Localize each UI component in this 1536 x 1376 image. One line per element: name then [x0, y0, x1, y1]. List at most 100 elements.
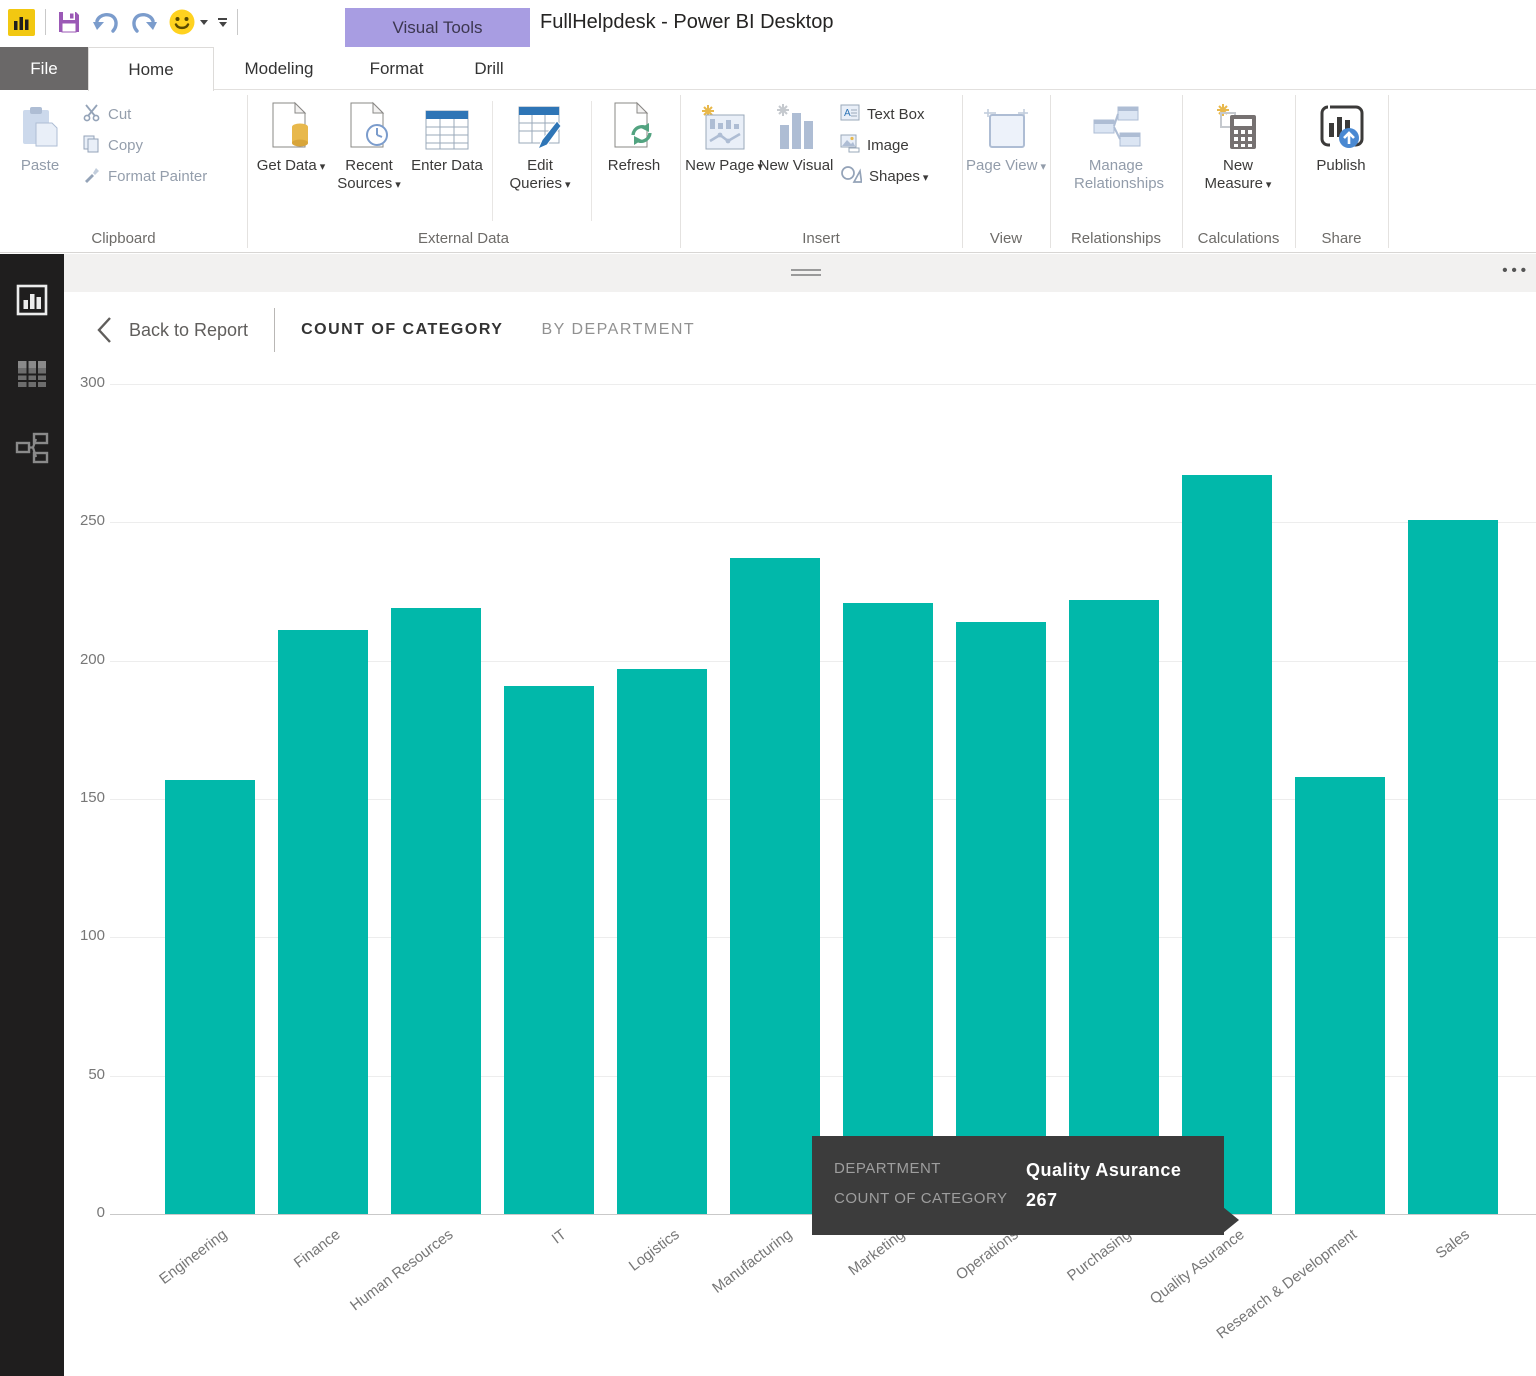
tooltip-label: DEPARTMENT	[834, 1160, 1026, 1181]
bar-manufacturing[interactable]	[730, 558, 820, 1214]
text-box-button[interactable]: A Text Box	[840, 102, 928, 126]
customize-toolbar-button[interactable]	[218, 18, 227, 27]
x-axis-category-label: Human Resources	[347, 1226, 456, 1314]
powerbi-logo-icon	[8, 9, 35, 36]
save-button[interactable]	[56, 9, 82, 35]
chevron-down-icon	[219, 22, 227, 27]
publish-icon	[1316, 99, 1366, 151]
new-measure-button[interactable]: New Measure▾	[1198, 99, 1278, 194]
dropdown-caret-icon: ▾	[395, 176, 401, 194]
get-data-label: Get Data▾	[257, 157, 326, 176]
enter-data-button[interactable]: Enter Data	[407, 99, 487, 175]
bar-sales[interactable]	[1408, 520, 1498, 1214]
tooltip-tail	[1223, 1207, 1239, 1233]
new-visual-button[interactable]: New Visual	[756, 99, 836, 175]
tooltip: DEPARTMENT Quality Asurance COUNT OF CAT…	[812, 1136, 1224, 1235]
canvas-top-strip: •••	[64, 254, 1536, 292]
drag-handle[interactable]	[791, 269, 821, 279]
tooltip-value: 267	[1026, 1190, 1204, 1211]
bar-it[interactable]	[504, 686, 594, 1214]
dropdown-caret-icon: ▾	[1040, 158, 1046, 176]
page-view-icon	[982, 99, 1030, 151]
format-painter-button[interactable]: Format Painter	[82, 164, 207, 188]
page-view-button[interactable]: Page View▾	[966, 99, 1046, 176]
new-page-button[interactable]: New Page▾	[684, 99, 764, 176]
x-axis-category-label: Quality Asurance	[1146, 1226, 1247, 1308]
scissors-icon	[82, 103, 101, 126]
x-axis-category-label: Sales	[1433, 1226, 1473, 1262]
tab-drill[interactable]: Drill	[448, 47, 530, 90]
y-axis-tick-label: 100	[64, 927, 105, 944]
y-axis-tick-label: 300	[64, 374, 105, 391]
paste-button[interactable]: Paste	[0, 99, 80, 175]
group-label-view: View	[962, 230, 1050, 247]
copy-button[interactable]: Copy	[82, 133, 207, 157]
edit-queries-button[interactable]: Edit Queries▾	[500, 99, 580, 194]
bar-logistics[interactable]	[617, 669, 707, 1214]
tab-home[interactable]: Home	[88, 47, 214, 91]
dropdown-caret-icon: ▾	[1266, 176, 1272, 194]
visual-tools-header: Visual Tools	[345, 8, 530, 47]
new-page-label: New Page▾	[685, 157, 763, 176]
chevron-down-icon	[200, 20, 208, 25]
chart-title: COUNT OF CATEGORY	[301, 321, 503, 339]
bar-human-resources[interactable]	[391, 608, 481, 1214]
group-relationships: Manage Relationships Relationships	[1050, 91, 1182, 252]
back-to-report-button[interactable]: Back to Report	[129, 320, 248, 341]
bar-finance[interactable]	[278, 630, 368, 1214]
bar-purchasing[interactable]	[1069, 600, 1159, 1214]
bar-operations[interactable]	[956, 622, 1046, 1214]
header-divider	[274, 308, 275, 352]
x-axis-category-label: Finance	[290, 1226, 343, 1272]
smiley-feedback-button[interactable]	[168, 8, 208, 36]
cut-label: Cut	[108, 106, 131, 123]
get-data-button[interactable]: Get Data▾	[251, 99, 331, 176]
undo-button[interactable]	[92, 9, 120, 35]
image-icon	[840, 134, 860, 157]
edit-queries-label: Edit Queries▾	[500, 157, 580, 194]
image-label: Image	[867, 137, 909, 154]
edit-queries-icon	[517, 99, 563, 151]
new-visual-label: New Visual	[759, 157, 834, 175]
enter-data-icon	[424, 99, 470, 151]
chart-subtitle: BY DEPARTMENT	[541, 321, 695, 339]
manage-relationships-button[interactable]: Manage Relationships	[1076, 99, 1156, 193]
shapes-button[interactable]: Shapes▾	[840, 164, 928, 188]
bar-quality-asurance[interactable]	[1182, 475, 1272, 1214]
copy-icon	[82, 134, 101, 157]
tab-modeling[interactable]: Modeling	[214, 47, 344, 90]
more-options-icon[interactable]: •••	[1502, 262, 1530, 279]
data-view-button[interactable]	[0, 352, 64, 400]
recent-sources-label: Recent Sources▾	[329, 157, 409, 194]
bar-engineering[interactable]	[165, 780, 255, 1214]
refresh-button[interactable]: Refresh	[594, 99, 674, 175]
group-insert: New Page▾ New Visual A Text Box Image Sh…	[680, 91, 962, 252]
format-painter-label: Format Painter	[108, 168, 207, 185]
view-sidebar	[0, 254, 64, 1376]
tab-format[interactable]: Format	[345, 47, 448, 90]
get-data-icon	[269, 99, 313, 151]
refresh-label: Refresh	[608, 157, 661, 175]
group-label-clipboard: Clipboard	[0, 230, 247, 247]
focus-header: Back to Report COUNT OF CATEGORY BY DEPA…	[96, 310, 695, 350]
gridline	[110, 522, 1536, 523]
tab-file[interactable]: File	[0, 47, 88, 90]
bar-marketing[interactable]	[843, 603, 933, 1214]
title-bar: FullHelpdesk - Power BI Desktop	[0, 0, 1536, 47]
report-view-button[interactable]	[0, 278, 64, 326]
image-button[interactable]: Image	[840, 133, 928, 157]
cut-button[interactable]: Cut	[82, 102, 207, 126]
redo-button[interactable]	[130, 9, 158, 35]
back-chevron-icon[interactable]	[96, 316, 113, 344]
y-axis-tick-label: 250	[64, 512, 105, 529]
recent-sources-button[interactable]: Recent Sources▾	[329, 99, 409, 194]
y-axis-tick-label: 50	[64, 1066, 105, 1083]
bar-research-development[interactable]	[1295, 777, 1385, 1214]
gridline	[110, 384, 1536, 385]
model-view-button[interactable]	[0, 426, 64, 474]
x-axis-category-label: Manufacturing	[709, 1226, 795, 1297]
publish-button[interactable]: Publish	[1301, 99, 1381, 175]
group-label-relationships: Relationships	[1050, 230, 1182, 247]
x-axis-category-label: Engineering	[156, 1226, 230, 1288]
copy-label: Copy	[108, 137, 143, 154]
